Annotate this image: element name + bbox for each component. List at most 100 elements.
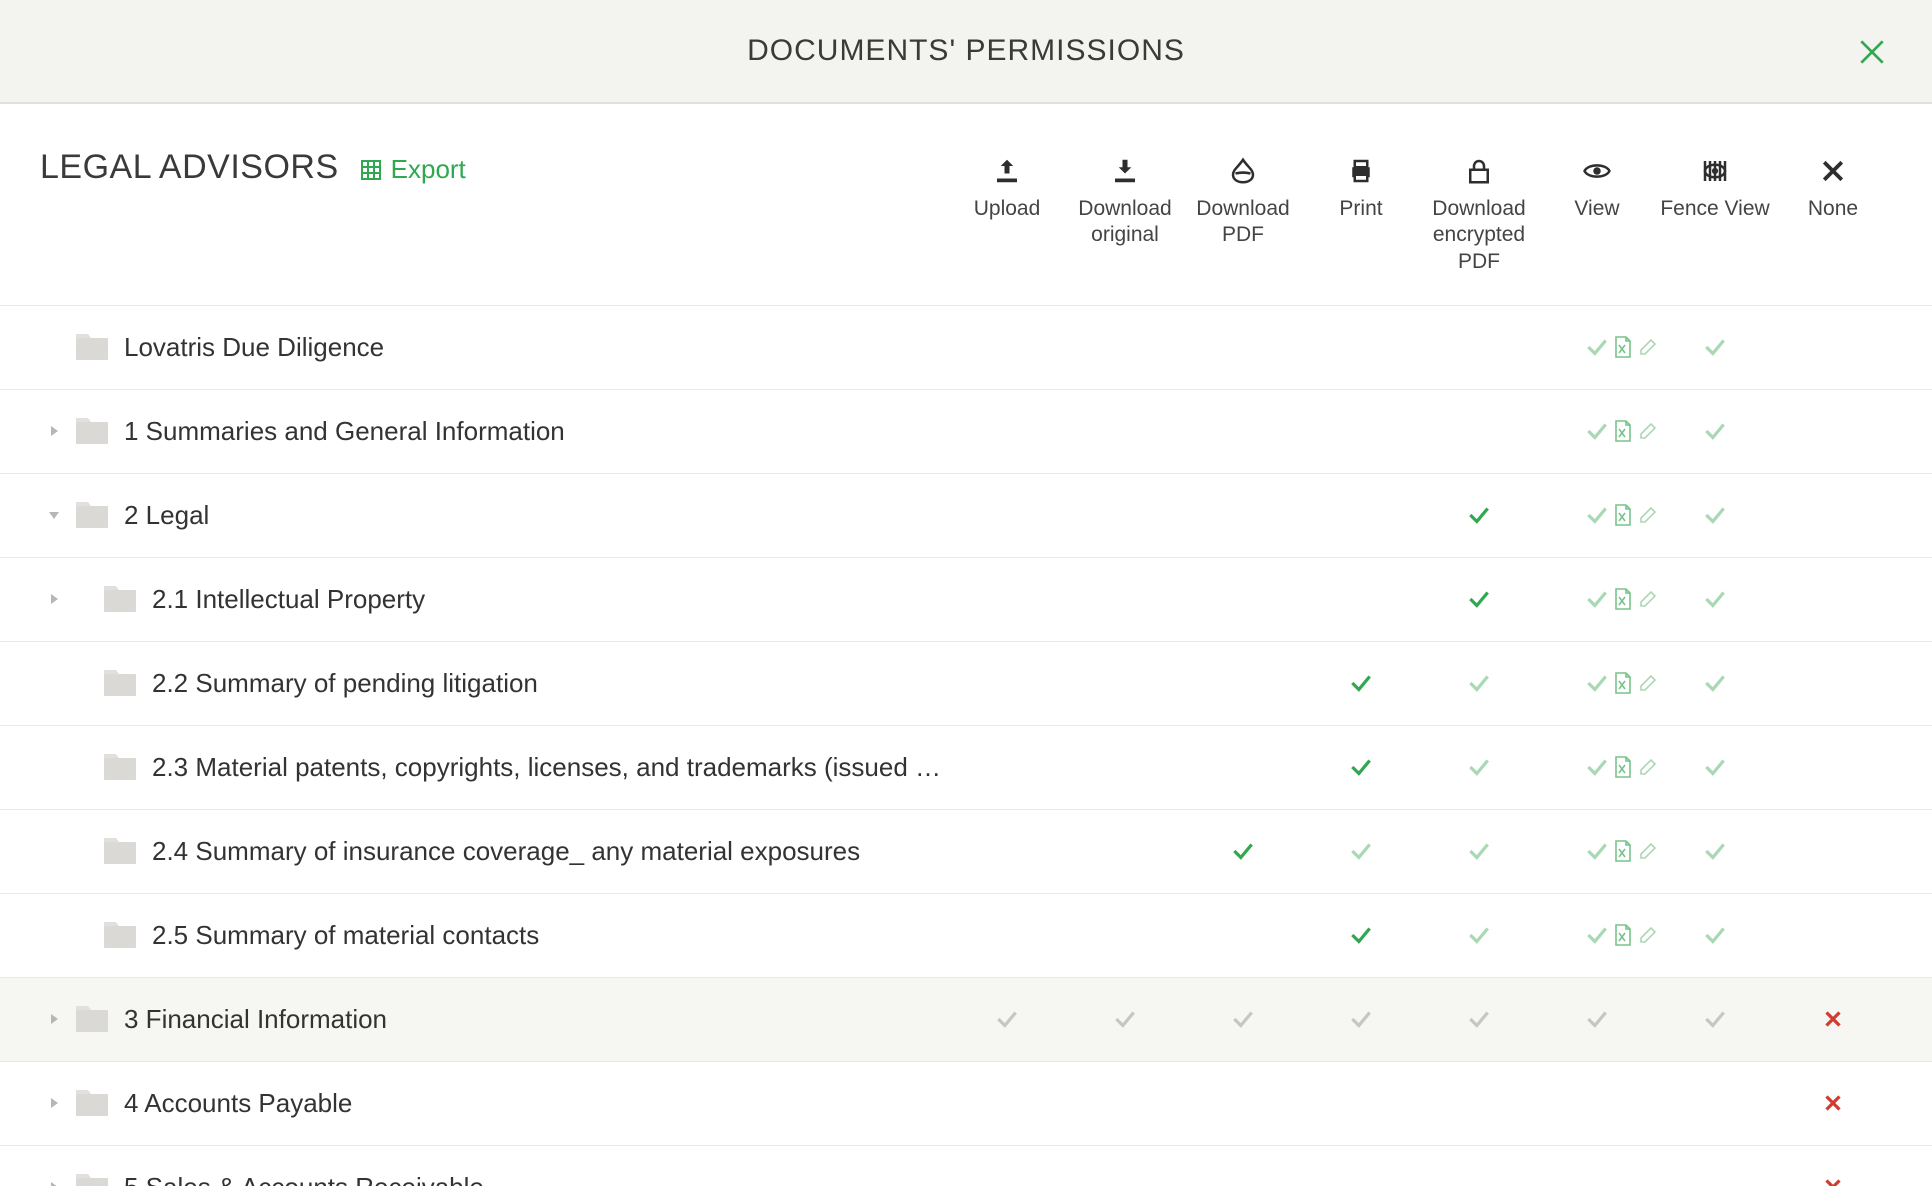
- perm-cell-dlorig[interactable]: [1066, 977, 1184, 1061]
- row-name[interactable]: 2 Legal: [124, 500, 209, 531]
- perm-cell-dlpdf[interactable]: [1184, 473, 1302, 557]
- caret-closed-icon[interactable]: [40, 1089, 68, 1117]
- perm-cell-none[interactable]: [1774, 1145, 1892, 1186]
- perm-cell-dlorig[interactable]: [1066, 809, 1184, 893]
- perm-cell-dlpdf[interactable]: [1184, 1061, 1302, 1145]
- perm-cell-none[interactable]: [1774, 1061, 1892, 1145]
- perm-cell-dlorig[interactable]: [1066, 1061, 1184, 1145]
- export-button[interactable]: Export: [359, 154, 466, 185]
- close-button[interactable]: [1852, 32, 1892, 72]
- row-name[interactable]: 2.2 Summary of pending litigation: [152, 668, 538, 699]
- perm-cell-print[interactable]: [1302, 305, 1420, 389]
- perm-cell-view[interactable]: [1538, 893, 1656, 977]
- row-name[interactable]: Lovatris Due Diligence: [124, 332, 384, 363]
- perm-cell-upload[interactable]: [948, 725, 1066, 809]
- perm-cell-upload[interactable]: [948, 305, 1066, 389]
- perm-cell-dlpdf[interactable]: [1184, 893, 1302, 977]
- perm-cell-fence[interactable]: [1656, 389, 1774, 473]
- perm-cell-dlenc[interactable]: [1420, 305, 1538, 389]
- perm-cell-upload[interactable]: [948, 557, 1066, 641]
- row-name[interactable]: 4 Accounts Payable: [124, 1088, 352, 1119]
- perm-cell-dlpdf[interactable]: [1184, 389, 1302, 473]
- perm-cell-view[interactable]: [1538, 1061, 1656, 1145]
- caret-closed-icon[interactable]: [40, 1005, 68, 1033]
- perm-cell-dlenc[interactable]: [1420, 389, 1538, 473]
- perm-cell-dlpdf[interactable]: [1184, 557, 1302, 641]
- perm-cell-dlenc[interactable]: [1420, 557, 1538, 641]
- perm-cell-upload[interactable]: [948, 473, 1066, 557]
- perm-cell-dlorig[interactable]: [1066, 641, 1184, 725]
- row-name[interactable]: 2.5 Summary of material contacts: [152, 920, 539, 951]
- perm-cell-print[interactable]: [1302, 977, 1420, 1061]
- caret-closed-icon[interactable]: [40, 417, 68, 445]
- perm-cell-fence[interactable]: [1656, 977, 1774, 1061]
- perm-cell-print[interactable]: [1302, 389, 1420, 473]
- perm-cell-view[interactable]: [1538, 305, 1656, 389]
- perm-cell-print[interactable]: [1302, 557, 1420, 641]
- perm-cell-view[interactable]: [1538, 389, 1656, 473]
- perm-cell-print[interactable]: [1302, 809, 1420, 893]
- perm-cell-none[interactable]: [1774, 641, 1892, 725]
- perm-cell-fence[interactable]: [1656, 1145, 1774, 1186]
- perm-cell-dlpdf[interactable]: [1184, 809, 1302, 893]
- perm-cell-fence[interactable]: [1656, 809, 1774, 893]
- perm-cell-fence[interactable]: [1656, 305, 1774, 389]
- perm-cell-upload[interactable]: [948, 1061, 1066, 1145]
- perm-cell-dlpdf[interactable]: [1184, 305, 1302, 389]
- perm-cell-view[interactable]: [1538, 557, 1656, 641]
- perm-cell-none[interactable]: [1774, 389, 1892, 473]
- perm-cell-view[interactable]: [1538, 473, 1656, 557]
- perm-cell-dlorig[interactable]: [1066, 389, 1184, 473]
- perm-cell-view[interactable]: [1538, 725, 1656, 809]
- row-name[interactable]: 2.1 Intellectual Property: [152, 584, 425, 615]
- perm-cell-dlpdf[interactable]: [1184, 1145, 1302, 1186]
- perm-cell-fence[interactable]: [1656, 557, 1774, 641]
- perm-cell-dlorig[interactable]: [1066, 1145, 1184, 1186]
- perm-cell-none[interactable]: [1774, 305, 1892, 389]
- perm-cell-view[interactable]: [1538, 977, 1656, 1061]
- caret-open-icon[interactable]: [40, 501, 68, 529]
- row-name[interactable]: 5 Sales & Accounts Receivable: [124, 1172, 484, 1186]
- perm-cell-print[interactable]: [1302, 1061, 1420, 1145]
- perm-cell-upload[interactable]: [948, 1145, 1066, 1186]
- perm-cell-dlenc[interactable]: [1420, 725, 1538, 809]
- perm-cell-upload[interactable]: [948, 809, 1066, 893]
- perm-cell-fence[interactable]: [1656, 1061, 1774, 1145]
- perm-cell-none[interactable]: [1774, 809, 1892, 893]
- row-name[interactable]: 3 Financial Information: [124, 1004, 387, 1035]
- perm-cell-dlenc[interactable]: [1420, 1145, 1538, 1186]
- perm-cell-dlenc[interactable]: [1420, 893, 1538, 977]
- perm-cell-fence[interactable]: [1656, 893, 1774, 977]
- row-name[interactable]: 1 Summaries and General Information: [124, 416, 565, 447]
- perm-cell-upload[interactable]: [948, 977, 1066, 1061]
- perm-cell-dlorig[interactable]: [1066, 473, 1184, 557]
- caret-closed-icon[interactable]: [40, 1173, 68, 1186]
- perm-cell-dlorig[interactable]: [1066, 893, 1184, 977]
- perm-cell-print[interactable]: [1302, 725, 1420, 809]
- perm-cell-none[interactable]: [1774, 893, 1892, 977]
- perm-cell-fence[interactable]: [1656, 473, 1774, 557]
- row-name[interactable]: 2.4 Summary of insurance coverage_ any m…: [152, 836, 860, 867]
- perm-cell-none[interactable]: [1774, 473, 1892, 557]
- perm-cell-dlenc[interactable]: [1420, 809, 1538, 893]
- perm-cell-view[interactable]: [1538, 1145, 1656, 1186]
- perm-cell-dlpdf[interactable]: [1184, 725, 1302, 809]
- perm-cell-view[interactable]: [1538, 809, 1656, 893]
- perm-cell-dlorig[interactable]: [1066, 557, 1184, 641]
- perm-cell-none[interactable]: [1774, 977, 1892, 1061]
- perm-cell-dlorig[interactable]: [1066, 305, 1184, 389]
- perm-cell-fence[interactable]: [1656, 641, 1774, 725]
- perm-cell-print[interactable]: [1302, 893, 1420, 977]
- row-name[interactable]: 2.3 Material patents, copyrights, licens…: [152, 752, 948, 783]
- perm-cell-dlpdf[interactable]: [1184, 641, 1302, 725]
- perm-cell-dlenc[interactable]: [1420, 641, 1538, 725]
- perm-cell-dlorig[interactable]: [1066, 725, 1184, 809]
- perm-cell-print[interactable]: [1302, 641, 1420, 725]
- perm-cell-none[interactable]: [1774, 557, 1892, 641]
- perm-cell-print[interactable]: [1302, 1145, 1420, 1186]
- perm-cell-dlenc[interactable]: [1420, 1061, 1538, 1145]
- perm-cell-upload[interactable]: [948, 389, 1066, 473]
- perm-cell-print[interactable]: [1302, 473, 1420, 557]
- perm-cell-dlpdf[interactable]: [1184, 977, 1302, 1061]
- perm-cell-dlenc[interactable]: [1420, 473, 1538, 557]
